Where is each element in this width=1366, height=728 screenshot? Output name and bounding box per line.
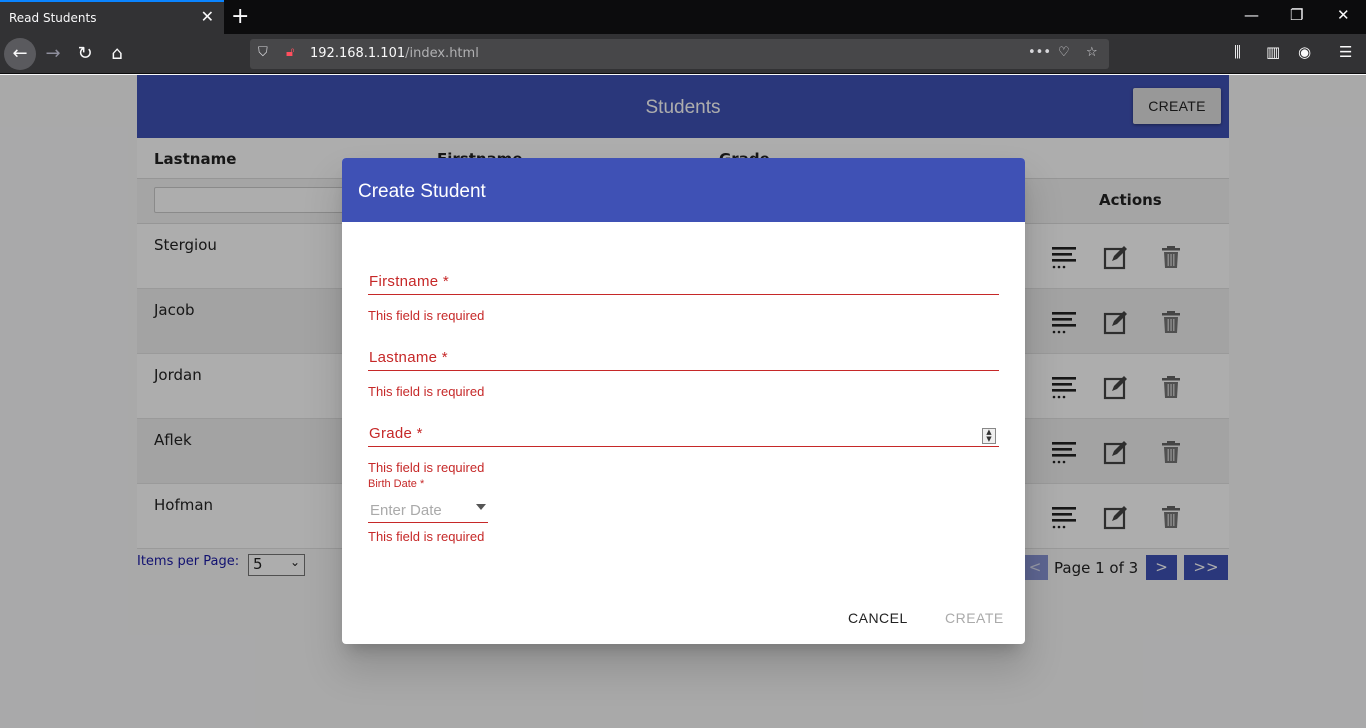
create-student-dialog: Create Student Firstname * This field is…: [342, 158, 1025, 644]
dialog-header: Create Student: [342, 158, 1025, 222]
grade-underline: [368, 446, 999, 447]
new-tab-icon[interactable]: +: [231, 4, 249, 29]
tab-title: Read Students: [9, 11, 97, 25]
dropdown-arrow-icon[interactable]: [476, 504, 486, 510]
sidebar-icon[interactable]: ▥: [1266, 43, 1280, 61]
home-icon[interactable]: ⌂: [101, 38, 133, 70]
back-icon[interactable]: ←: [4, 38, 36, 70]
grade-label: Grade *: [369, 425, 423, 442]
shield-icon[interactable]: ⛉: [258, 45, 268, 60]
url-path: /index.html: [405, 46, 479, 61]
grade-spinner[interactable]: ▲ ▼: [982, 428, 996, 444]
firstname-error: This field is required: [368, 308, 485, 323]
browser-tab-bar: Read Students ✕ + — ❐ ✕: [0, 0, 1366, 34]
firstname-underline: [368, 294, 999, 295]
dialog-create-button[interactable]: CREATE: [945, 610, 1004, 626]
more-actions-icon[interactable]: •••: [1028, 45, 1051, 60]
window-close-icon[interactable]: ✕: [1337, 6, 1350, 24]
lastname-underline: [368, 370, 999, 371]
reload-icon[interactable]: ↻: [69, 38, 101, 70]
close-tab-icon[interactable]: ✕: [201, 7, 214, 26]
bookmark-star-icon[interactable]: ☆: [1086, 45, 1098, 60]
lastname-field[interactable]: Lastname * This field is required: [368, 349, 999, 399]
firstname-label: Firstname *: [369, 273, 449, 290]
insecure-lock-icon[interactable]: 🔓︎: [286, 45, 294, 60]
firstname-field[interactable]: Firstname * This field is required: [368, 273, 999, 323]
browser-nav-bar: ← → ↻ ⌂ ⛉ 🔓︎ 192.168.1.101/index.html ••…: [0, 34, 1366, 74]
birth-date-label: Birth Date *: [368, 478, 425, 490]
lastname-label: Lastname *: [369, 349, 448, 366]
account-icon[interactable]: ◉: [1298, 43, 1311, 61]
restore-icon[interactable]: ❐: [1290, 6, 1303, 24]
library-icon[interactable]: ⫼: [1234, 43, 1241, 61]
menu-icon[interactable]: ☰: [1339, 43, 1352, 61]
forward-icon[interactable]: →: [37, 38, 69, 70]
birth-date-placeholder: Enter Date: [370, 502, 442, 519]
minimize-icon[interactable]: —: [1244, 6, 1259, 24]
dialog-title: Create Student: [358, 181, 486, 202]
url-bar[interactable]: ⛉ 🔓︎ 192.168.1.101/index.html ••• ♡ ☆: [250, 39, 1109, 69]
cancel-button[interactable]: CANCEL: [848, 610, 908, 626]
lastname-error: This field is required: [368, 384, 485, 399]
grade-field[interactable]: Grade * ▲ ▼ This field is required: [368, 425, 999, 475]
birth-date-picker[interactable]: Enter Date: [368, 500, 488, 523]
birth-date-error: This field is required: [368, 529, 485, 544]
grade-error: This field is required: [368, 460, 485, 475]
url-text[interactable]: 192.168.1.101/index.html: [310, 46, 479, 61]
url-host: 192.168.1.101: [310, 46, 406, 61]
pocket-icon[interactable]: ♡: [1058, 45, 1070, 60]
browser-tab[interactable]: Read Students ✕: [0, 0, 224, 34]
